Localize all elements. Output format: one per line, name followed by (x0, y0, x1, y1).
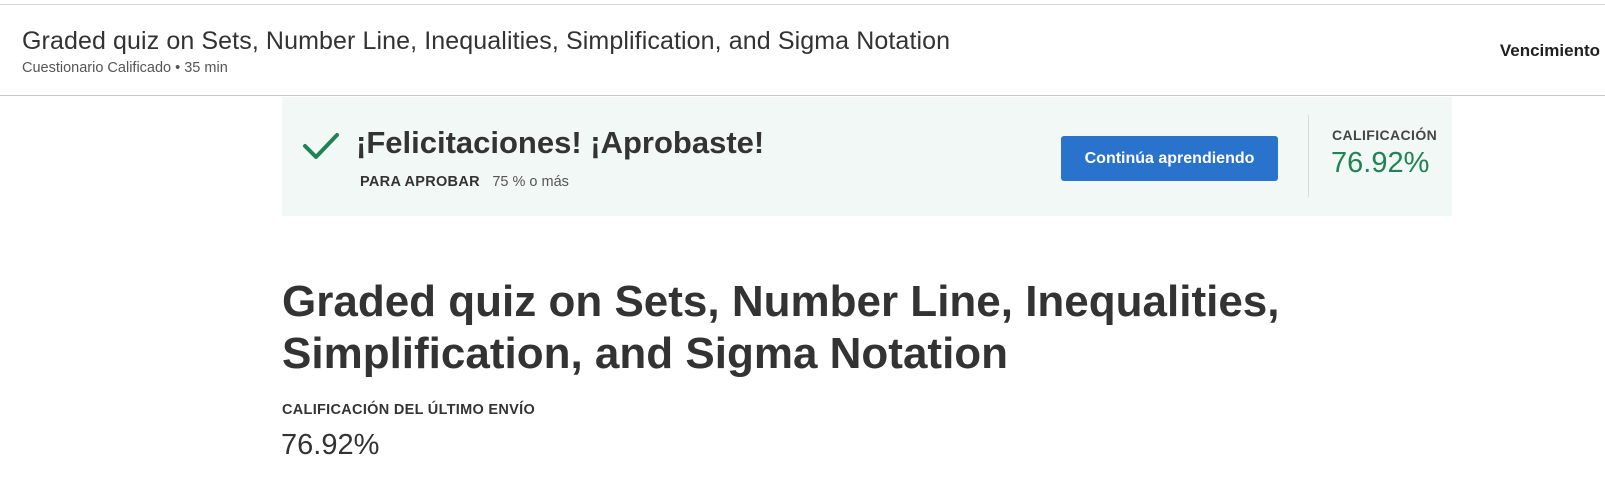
quiz-header: Graded quiz on Sets, Number Line, Inequa… (0, 5, 1605, 96)
due-date-label: Vencimiento (1499, 41, 1600, 60)
continue-learning-button[interactable]: Continúa aprendiendo (1061, 136, 1278, 181)
pass-requirement-value: 75 % o más (492, 174, 569, 190)
last-submission-label: CALIFICACIÓN DEL ÚLTIMO ENVÍO (282, 402, 536, 418)
pass-banner: ¡Felicitaciones! ¡Aprobaste! PARA APROBA… (282, 97, 1452, 216)
grade-label: CALIFICACIÓN (1332, 127, 1438, 143)
pass-requirement: PARA APROBAR 75 % o más (360, 173, 569, 191)
congrats-heading: ¡Felicitaciones! ¡Aprobaste! (356, 125, 765, 160)
banner-divider (1308, 115, 1309, 197)
checkmark-icon (303, 133, 339, 159)
page-title: Graded quiz on Sets, Number Line, Inequa… (282, 277, 1280, 378)
header-title: Graded quiz on Sets, Number Line, Inequa… (22, 27, 951, 55)
last-submission-value: 76.92% (281, 429, 380, 461)
header-subtitle: Cuestionario Calificado • 35 min (22, 60, 228, 76)
grade-value: 76.92% (1331, 147, 1430, 179)
pass-requirement-label: PARA APROBAR (360, 174, 480, 190)
